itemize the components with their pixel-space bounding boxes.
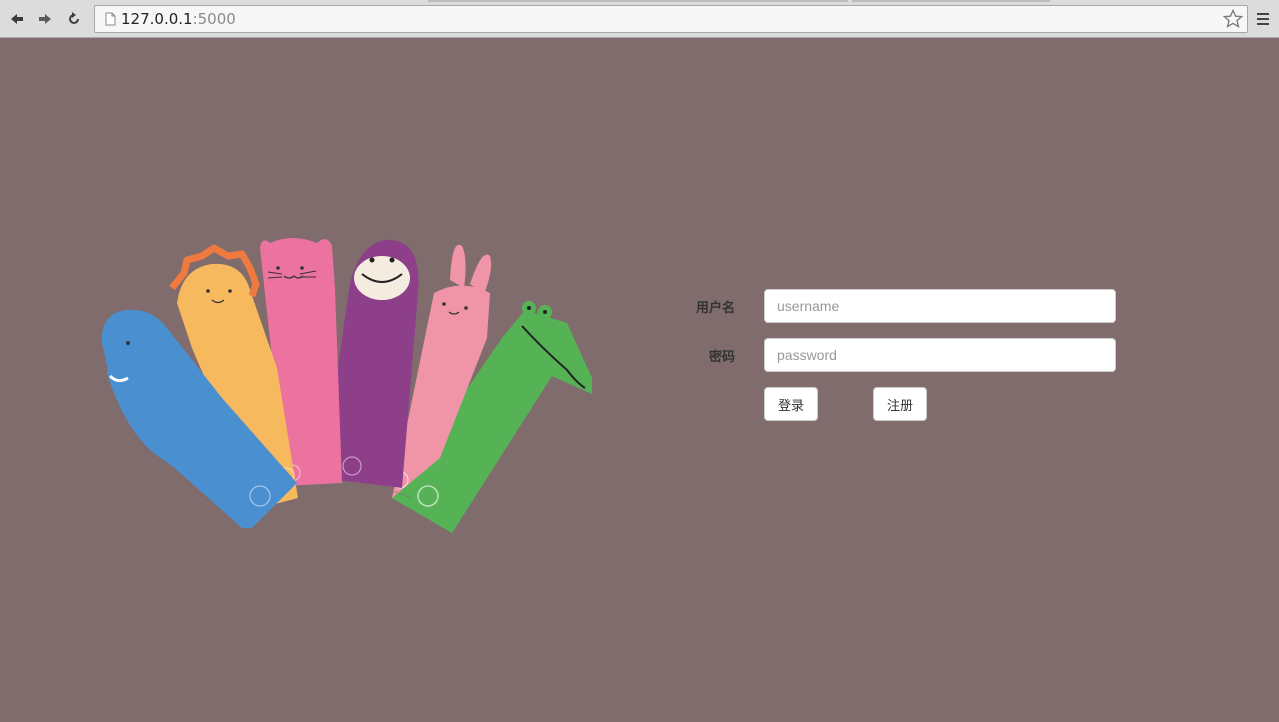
forward-arrow-icon — [39, 14, 51, 24]
browser-toolbar: 127.0.0.1:5000 — [0, 0, 1279, 38]
back-button[interactable] — [6, 8, 28, 30]
password-input[interactable] — [764, 338, 1116, 372]
url-port: :5000 — [192, 10, 236, 28]
page-icon — [105, 12, 116, 26]
forward-button[interactable] — [34, 8, 56, 30]
tab-strip-edge — [852, 0, 1050, 2]
star-icon[interactable] — [1223, 9, 1243, 29]
url-text: 127.0.0.1:5000 — [121, 10, 236, 28]
url-host: 127.0.0.1 — [121, 10, 193, 28]
tab-strip-edge — [428, 0, 848, 2]
register-button[interactable]: 注册 — [873, 387, 927, 421]
page-body: 用户名 密码 登录 注册 — [0, 38, 1279, 722]
password-label: 密码 — [708, 350, 735, 365]
address-bar[interactable]: 127.0.0.1:5000 — [94, 5, 1248, 33]
reload-icon — [69, 12, 79, 24]
login-button[interactable]: 登录 — [764, 387, 818, 421]
back-arrow-icon — [11, 14, 23, 24]
hamburger-menu-icon[interactable] — [1256, 11, 1270, 27]
username-label: 用户名 — [695, 301, 735, 316]
username-input[interactable] — [764, 289, 1116, 323]
animal-bookmarks-illustration — [101, 238, 592, 533]
reload-button[interactable] — [63, 8, 85, 30]
